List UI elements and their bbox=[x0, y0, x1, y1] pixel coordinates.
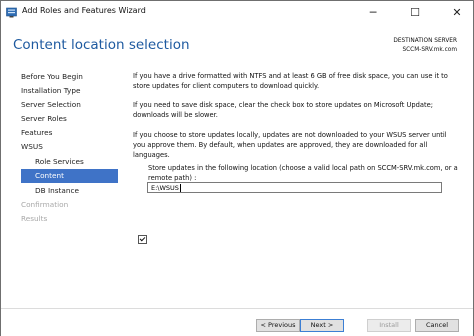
content-path-input[interactable]: E:\WSUS bbox=[147, 182, 442, 193]
destination-server-info: DESTINATION SERVER SCCM-SRV.mk.com bbox=[393, 37, 457, 54]
text-caret bbox=[179, 184, 181, 192]
next-button[interactable]: Next > bbox=[300, 319, 344, 332]
title-bar[interactable]: Add Roles and Features Wizard ─ ☐ ✕ bbox=[1, 1, 473, 24]
store-updates-checkbox[interactable] bbox=[138, 235, 147, 244]
maximize-icon: ☐ bbox=[410, 6, 420, 19]
window-title: Add Roles and Features Wizard bbox=[22, 6, 146, 15]
info-paragraph-3: If you choose to store updates locally, … bbox=[133, 131, 447, 159]
wizard-footer: < Previous Next > Install Cancel bbox=[1, 308, 473, 336]
previous-button[interactable]: < Previous bbox=[256, 319, 300, 332]
install-button: Install bbox=[367, 319, 411, 332]
nav-item-results: Results bbox=[21, 214, 48, 223]
nav-item-before-you-begin[interactable]: Before You Begin bbox=[21, 70, 113, 84]
store-updates-label[interactable]: Store updates in the following location … bbox=[148, 163, 460, 183]
info-paragraph-2: If you need to save disk space, clear th… bbox=[133, 101, 433, 119]
destination-server-name: SCCM-SRV.mk.com bbox=[402, 46, 457, 53]
nav-item-confirmation: Confirmation bbox=[21, 200, 69, 209]
nav-item-content-label: Content bbox=[35, 171, 65, 180]
wizard-header: Content location selection DESTINATION S… bbox=[1, 24, 473, 68]
nav-item-role-services[interactable]: Role Services bbox=[35, 155, 113, 169]
close-icon: ✕ bbox=[452, 6, 462, 19]
server-manager-icon bbox=[6, 7, 17, 18]
nav-item-features[interactable]: Features bbox=[21, 126, 113, 140]
cancel-button[interactable]: Cancel bbox=[415, 319, 459, 332]
content-path-value: E:\WSUS bbox=[151, 184, 179, 192]
nav-item-server-selection[interactable]: Server Selection bbox=[21, 98, 113, 112]
nav-item-server-roles[interactable]: Server Roles bbox=[21, 112, 113, 126]
nav-item-content[interactable]: Content bbox=[21, 169, 118, 183]
nav-item-wsus[interactable]: WSUS bbox=[21, 140, 113, 154]
nav-item-db-instance[interactable]: DB Instance bbox=[35, 184, 113, 198]
page-title: Content location selection bbox=[13, 37, 190, 53]
minimize-icon: ─ bbox=[369, 6, 377, 19]
destination-label: DESTINATION SERVER bbox=[393, 38, 457, 44]
minimize-button[interactable]: ─ bbox=[359, 1, 387, 24]
info-paragraph-1: If you have a drive formatted with NTFS … bbox=[133, 72, 448, 90]
nav-item-installation-type[interactable]: Installation Type bbox=[21, 84, 113, 98]
wizard-window: Add Roles and Features Wizard ─ ☐ ✕ Cont… bbox=[0, 0, 474, 336]
maximize-button[interactable]: ☐ bbox=[401, 1, 429, 24]
close-button[interactable]: ✕ bbox=[443, 1, 471, 24]
